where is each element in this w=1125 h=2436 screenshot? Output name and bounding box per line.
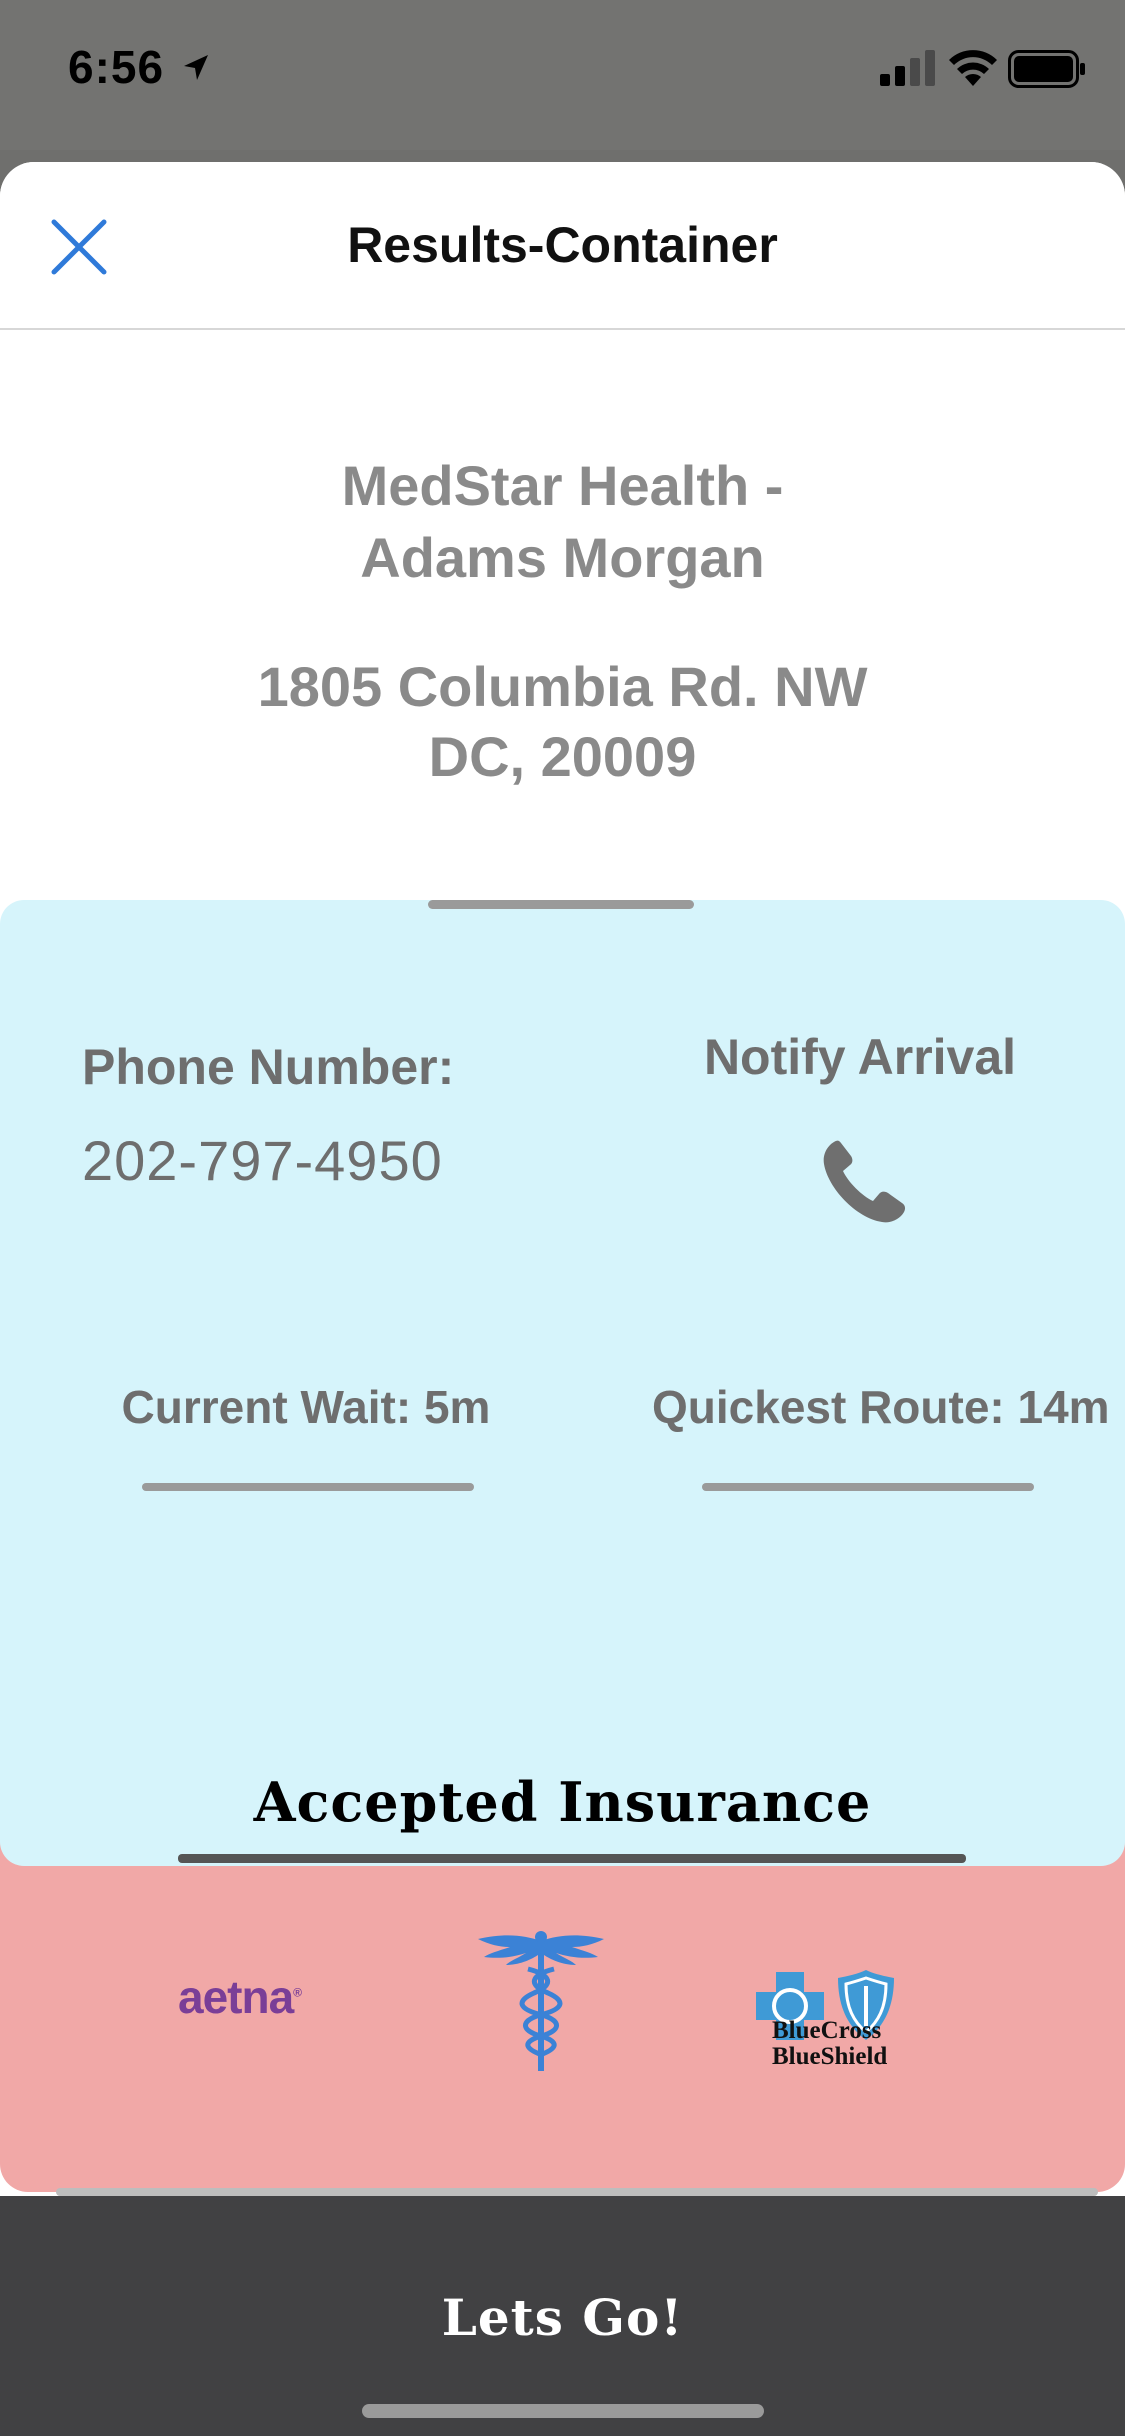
status-bar: 6:56 [0,0,1125,150]
wifi-icon [949,50,997,86]
status-time: 6:56 [68,41,165,93]
panel-drag-handle[interactable] [428,900,694,909]
cellular-signal-icon [880,50,935,86]
phone-number-label: Phone Number: [82,1039,455,1095]
insurance-heading-underline [178,1854,966,1863]
nav-bar: Results-Container [0,162,1125,330]
lets-go-button[interactable]: Lets Go! [0,2288,1125,2347]
bcbs-name: BlueCross BlueShield [772,2017,888,2070]
bottom-action-bar: Lets Go! [0,2196,1125,2436]
screen: 6:56 Results-Container MedStar Health - … [0,0,1125,2436]
info-panel: Phone Number: 202-797-4950 Notify Arriva… [0,900,1125,1866]
wait-divider [142,1483,474,1491]
facility-address: 1805 Columbia Rd. NW DC, 20009 [257,655,868,788]
quickest-route: Quickest Route: 14m [652,1381,1110,1433]
home-indicator[interactable] [362,2404,764,2418]
notify-arrival-label: Notify Arrival [703,1029,1017,1085]
nav-title: Results-Container [347,217,778,273]
phone-number-value[interactable]: 202-797-4950 [82,1128,443,1193]
facility-name: MedStar Health - Adams Morgan [341,454,784,589]
battery-icon [1008,50,1085,88]
phone-icon[interactable] [812,1132,912,1232]
aetna-logo: aetna® [178,1971,302,2023]
caduceus-icon [478,1931,604,2071]
insurance-panel-edge [56,2188,1098,2196]
route-divider [702,1483,1034,1491]
location-arrow-icon [184,55,208,80]
current-wait: Current Wait: 5m [121,1381,491,1433]
accepted-insurance-heading: Accepted Insurance [253,1770,872,1834]
